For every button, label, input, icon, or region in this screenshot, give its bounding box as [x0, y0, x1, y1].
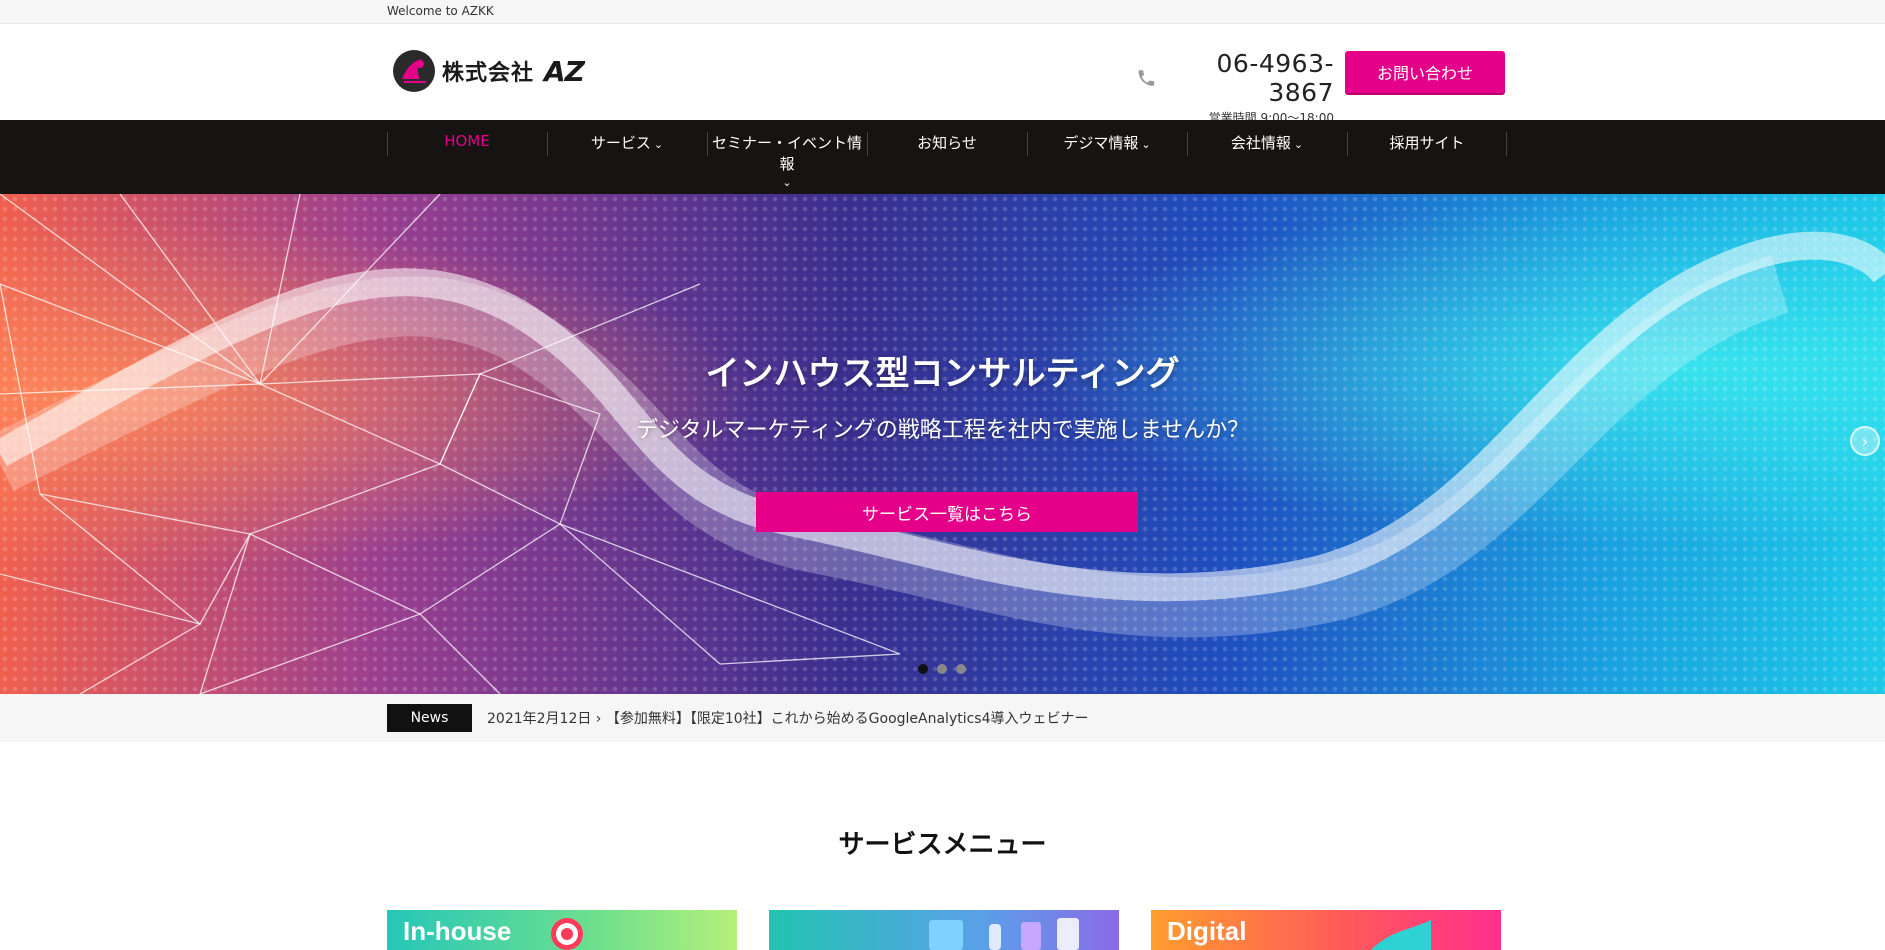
- site-header: 株式会社 AZ 06-4963-3867 営業時間 9:00～18:00 お問い…: [0, 24, 1885, 125]
- chevron-down-icon: ⌄: [653, 138, 664, 151]
- nav-item-label: デジマ情報: [1063, 134, 1139, 152]
- devices-icon: [929, 918, 1079, 950]
- nav-item-recruit[interactable]: 採用サイト: [1347, 120, 1507, 194]
- site-logo[interactable]: 株式会社 AZ: [392, 49, 585, 93]
- news-label: News: [387, 704, 472, 732]
- service-card-label: In-house: [403, 916, 512, 946]
- services-section-title: サービスメニュー: [838, 830, 1047, 860]
- welcome-text: Welcome to AZKK: [387, 4, 494, 18]
- nav-item-company[interactable]: 会社情報 ⌄: [1187, 120, 1347, 194]
- nav-item-news[interactable]: お知らせ: [867, 120, 1027, 194]
- logo-mark-icon: [393, 50, 435, 92]
- nav-item-services[interactable]: サービス ⌄: [547, 120, 707, 194]
- service-card-label: Digital: [1167, 916, 1247, 946]
- hero-slider: インハウス型コンサルティング デジタルマーケティングの戦略工程を社内で実施しませ…: [0, 194, 1885, 694]
- chevron-down-icon: ⌄: [782, 176, 792, 189]
- nav-item-label: セミナー・イベント情報: [711, 134, 862, 173]
- contact-button[interactable]: お問い合わせ: [1345, 51, 1505, 93]
- nav-item-label: HOME: [444, 132, 490, 150]
- slider-dot[interactable]: [956, 664, 966, 674]
- hero-subtitle: デジタルマーケティングの戦略工程を社内で実施しませんか？: [635, 418, 1250, 443]
- hero-background-image: [0, 194, 1885, 694]
- logo-company-text: 株式会社: [442, 61, 535, 86]
- chevron-down-icon: ⌄: [1293, 138, 1304, 151]
- slider-dot[interactable]: [937, 664, 947, 674]
- news-ticker: News 2021年2月12日 › 【参加無料】【限定10社】これから始めるGo…: [0, 694, 1885, 742]
- chevron-down-icon: ⌄: [1141, 138, 1151, 151]
- nav-item-home[interactable]: HOME: [387, 120, 547, 194]
- hero-title: インハウス型コンサルティング: [705, 354, 1180, 394]
- nav-item-label: 会社情報: [1230, 134, 1291, 152]
- service-cards: In-house Digital: [387, 910, 1501, 950]
- phone-number[interactable]: 06-4963-3867: [1161, 49, 1334, 107]
- services-list-button[interactable]: サービス一覧はこちら: [756, 492, 1138, 532]
- target-icon: [551, 918, 583, 950]
- news-item-link[interactable]: 2021年2月12日 › 【参加無料】【限定10社】これから始めるGoogleA…: [487, 708, 1089, 728]
- nav-item-digima[interactable]: デジマ情報 ⌄: [1027, 120, 1187, 194]
- main-nav: HOME サービス ⌄ セミナー・イベント情報 ⌄ お知らせ デジマ情報 ⌄ 会社情報…: [0, 120, 1885, 194]
- service-card-2[interactable]: [769, 910, 1119, 950]
- phone-block: 06-4963-3867 営業時間 9:00～18:00: [1136, 49, 1334, 126]
- slider-dot[interactable]: [918, 664, 928, 674]
- chart-icon: [1371, 920, 1431, 950]
- topbar: Welcome to AZKK: [0, 0, 1885, 24]
- nav-item-seminar[interactable]: セミナー・イベント情報 ⌄: [707, 120, 867, 194]
- nav-item-label: サービス: [590, 134, 651, 152]
- nav-item-label: お知らせ: [917, 134, 977, 152]
- slider-dots: [918, 664, 966, 674]
- phone-icon: [1138, 70, 1155, 86]
- service-card-digital[interactable]: Digital: [1151, 910, 1501, 950]
- logo-az-text: AZ: [544, 54, 585, 88]
- chevron-right-icon[interactable]: ›: [1850, 426, 1880, 456]
- nav-item-label: 採用サイト: [1389, 134, 1465, 152]
- service-card-inhouse[interactable]: In-house: [387, 910, 737, 950]
